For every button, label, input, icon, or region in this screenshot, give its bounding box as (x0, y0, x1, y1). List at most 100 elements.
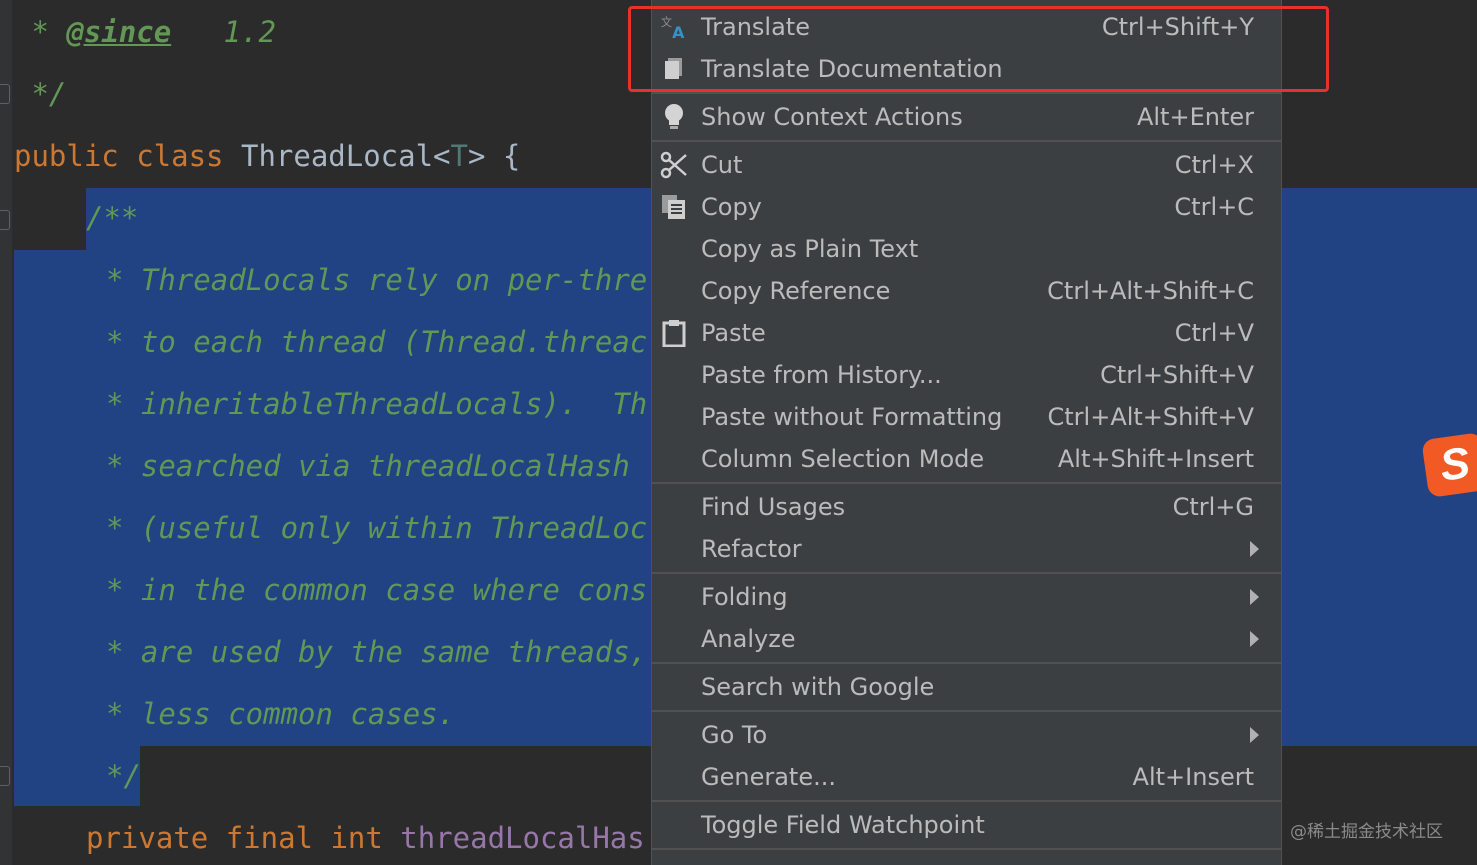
menu-item-shortcut: Ctrl+Alt+Shift+V (1047, 403, 1255, 431)
menu-item-shortcut: Ctrl+X (1174, 151, 1254, 179)
code-token: final (225, 821, 331, 855)
code-line: */ (14, 74, 66, 114)
code-token: * are used by the same threads, (106, 635, 648, 669)
menu-item-label: Refactor (701, 535, 802, 563)
menu-item-cut[interactable]: Cut Ctrl+X (652, 144, 1281, 186)
submenu-arrow-icon (1250, 727, 1259, 743)
code-line: * (useful only within ThreadLoc (106, 508, 647, 548)
code-token: T (450, 139, 468, 173)
code-line: * ThreadLocals rely on per-thre (106, 260, 647, 300)
menu-item-go-to[interactable]: Go To (652, 714, 1281, 756)
menu-item-toggle-field-watchpoint[interactable]: Toggle Field Watchpoint (652, 804, 1281, 846)
code-line: * searched via threadLocalHash (106, 446, 630, 486)
submenu-arrow-icon (1250, 541, 1259, 557)
code-token: */ (14, 77, 67, 111)
code-token: * in the common case where cons (106, 573, 648, 607)
code-line: private final int threadLocalHas (86, 818, 645, 858)
menu-item-label: Copy (701, 193, 762, 221)
menu-item-shortcut: Ctrl+Shift+V (1100, 361, 1254, 389)
menu-item-shortcut: Ctrl+C (1174, 193, 1254, 221)
menu-separator (652, 710, 1281, 712)
menu-item-search-with-google[interactable]: Search with Google (652, 666, 1281, 708)
code-line: * in the common case where cons (106, 570, 647, 610)
fold-marker-icon[interactable] (0, 210, 10, 230)
menu-item-label: Folding (701, 583, 788, 611)
code-line: * inheritableThreadLocals). Th (106, 384, 647, 424)
code-token: * searched via threadLocalHash (106, 449, 630, 483)
menu-item-paste[interactable]: Paste Ctrl+V (652, 312, 1281, 354)
menu-separator (652, 482, 1281, 484)
menu-item-refactor[interactable]: Refactor (652, 528, 1281, 570)
menu-item-copy[interactable]: Copy Ctrl+C (652, 186, 1281, 228)
menu-item-label: Search with Google (701, 673, 935, 701)
code-line: * are used by the same threads, (106, 632, 647, 672)
code-line: /** (86, 198, 138, 238)
clipboard-icon (660, 319, 688, 347)
menu-item-shortcut: Ctrl+Alt+Shift+C (1047, 277, 1254, 305)
menu-item-label: Toggle Field Watchpoint (701, 811, 985, 839)
submenu-arrow-icon (1250, 631, 1259, 647)
menu-item-analyze[interactable]: Analyze (652, 618, 1281, 660)
code-line: public class ThreadLocal<T> { (14, 136, 520, 176)
menu-item-label: Go To (701, 721, 768, 749)
menu-item-label: Copy Reference (701, 277, 891, 305)
annotation-highlight-box (628, 6, 1329, 92)
menu-separator (652, 662, 1281, 664)
menu-item-column-selection-mode[interactable]: Column Selection Mode Alt+Shift+Insert (652, 438, 1281, 480)
menu-item-label: Column Selection Mode (701, 445, 985, 473)
fold-marker-icon[interactable] (0, 766, 10, 786)
code-token: > { (467, 139, 521, 173)
code-token: * (useful only within ThreadLoc (106, 511, 648, 545)
menu-separator (652, 572, 1281, 574)
sogou-ime-glyph: S (1436, 438, 1473, 491)
code-line: */ (106, 756, 141, 796)
menu-item-show-context-actions[interactable]: Show Context Actions Alt+Enter (652, 96, 1281, 138)
menu-item-paste-without-formatting[interactable]: Paste without Formatting Ctrl+Alt+Shift+… (652, 396, 1281, 438)
code-token: int (330, 821, 401, 855)
menu-item-label: Paste without Formatting (701, 403, 1003, 431)
menu-item-copy-reference[interactable]: Copy Reference Ctrl+Alt+Shift+C (652, 270, 1281, 312)
code-token: @since (66, 15, 172, 49)
menu-separator (652, 140, 1281, 142)
menu-item-label: Paste (701, 319, 766, 347)
sogou-ime-icon[interactable]: S (1421, 432, 1477, 498)
code-token: * less common cases. (106, 697, 456, 731)
editor-gutter (0, 0, 12, 865)
menu-item-label: Generate... (701, 763, 836, 791)
menu-separator (652, 800, 1281, 802)
menu-item-generate[interactable]: Generate... Alt+Insert (652, 756, 1281, 798)
code-token: /** (86, 201, 139, 235)
code-token: ThreadLocal< (240, 139, 451, 173)
menu-separator (652, 92, 1281, 94)
menu-item-shortcut: Alt+Enter (1136, 103, 1254, 131)
code-line: * to each thread (Thread.threac (106, 322, 647, 362)
menu-item-find-usages[interactable]: Find Usages Ctrl+G (652, 486, 1281, 528)
context-menu: 文A Translate Ctrl+Shift+Y Translate Docu… (651, 0, 1282, 865)
fold-marker-icon[interactable] (0, 84, 10, 104)
code-token: public (14, 139, 137, 173)
menu-item-shortcut: Ctrl+G (1172, 493, 1254, 521)
code-token: */ (106, 759, 141, 793)
code-token: * ThreadLocals rely on per-thre (106, 263, 648, 297)
code-token: threadLocalHas (400, 821, 645, 855)
code-line: * @since 1.2 (14, 12, 276, 52)
menu-item-folding[interactable]: Folding (652, 576, 1281, 618)
code-token: class (136, 139, 241, 173)
code-token: * to each thread (Thread.threac (106, 325, 648, 359)
menu-item-shortcut: Ctrl+V (1174, 319, 1254, 347)
scissors-icon (660, 151, 688, 179)
menu-item-shortcut: Alt+Shift+Insert (1057, 445, 1254, 473)
menu-item-label: Copy as Plain Text (701, 235, 919, 263)
menu-item-shortcut: Alt+Insert (1132, 763, 1254, 791)
menu-item-paste-from-history[interactable]: Paste from History... Ctrl+Shift+V (652, 354, 1281, 396)
menu-item-copy-as-plain-text[interactable]: Copy as Plain Text (652, 228, 1281, 270)
submenu-arrow-icon (1250, 589, 1259, 605)
menu-item-label: Paste from History... (701, 361, 942, 389)
menu-item-label: Cut (701, 151, 743, 179)
watermark: @稀土掘金技术社区 (1290, 822, 1443, 842)
lightbulb-icon (660, 103, 688, 131)
copy-icon (660, 193, 688, 221)
code-token: 1.2 (171, 15, 276, 49)
code-token: private (86, 821, 226, 855)
menu-item-label: Show Context Actions (701, 103, 963, 131)
